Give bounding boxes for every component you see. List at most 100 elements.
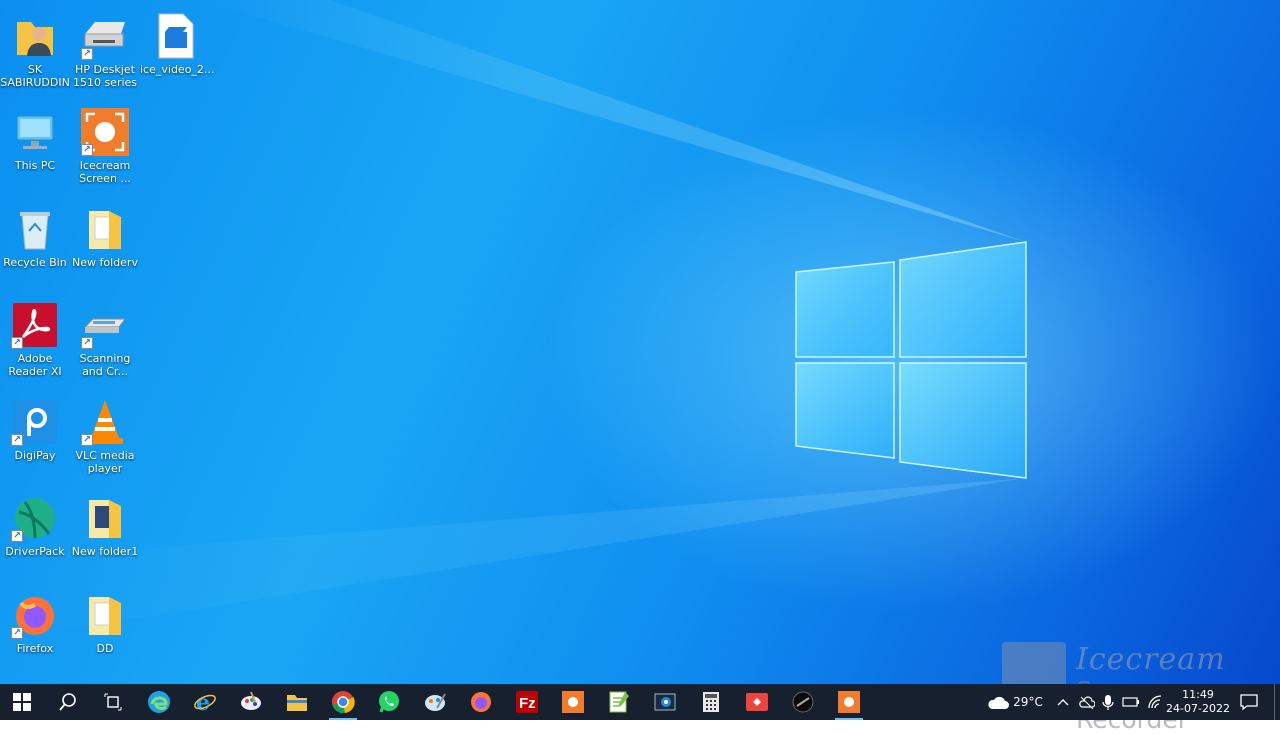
folder-icon (81, 205, 129, 253)
chrome-icon (332, 691, 355, 714)
taskbar-photo-viewer[interactable] (643, 684, 687, 720)
desktop-icon-icecream-screen[interactable]: ↗ Icecream Screen ... (70, 102, 140, 196)
desktop-icon-firefox[interactable]: ↗ Firefox (0, 585, 70, 679)
desktop-icon-driverpack[interactable]: ↗ DriverPack (0, 488, 70, 582)
anydesk-icon (746, 693, 768, 711)
firefox-icon: ↗ (11, 591, 59, 639)
icon-label: Scanning (79, 352, 131, 365)
file-explorer-icon (287, 695, 307, 711)
taskbar-internet-explorer[interactable]: e (183, 684, 227, 720)
desktop-icon-scanning[interactable]: ↗ Scanning and Cr... (70, 295, 140, 389)
filezilla-icon: Fz (516, 691, 538, 713)
shortcut-arrow-icon: ↗ (11, 530, 23, 542)
whatsapp-icon (379, 691, 399, 713)
show-hidden-icons-button[interactable] (1052, 684, 1074, 720)
icecream-icon (562, 691, 584, 713)
tray-cloud-sync[interactable] (1076, 684, 1098, 720)
watermark-line1: Icecream (1076, 642, 1226, 677)
taskbar-calculator[interactable] (689, 684, 733, 720)
show-desktop-button[interactable] (1274, 684, 1280, 720)
internet-explorer-icon: e (194, 690, 216, 714)
taskbar-icecream[interactable] (551, 684, 595, 720)
adobe-reader-icon: ↗ (11, 301, 59, 349)
desktop-icon-sk-sabiruddin[interactable]: SK SABIRUDDIN (0, 6, 70, 100)
cloud-icon (988, 696, 1010, 709)
icon-label: SABIRUDDIN (0, 76, 70, 89)
user-folder-icon (11, 12, 59, 60)
photo-viewer-icon (654, 693, 676, 711)
desktop-icon-new-folderv[interactable]: New folderv (70, 199, 140, 293)
folder-icon (81, 494, 129, 542)
shortcut-arrow-icon: ↗ (11, 337, 23, 349)
tray-battery[interactable] (1120, 684, 1142, 720)
icecream-recorder-icon: ↗ (81, 108, 129, 156)
icon-label: ice_video_2... (140, 63, 215, 76)
desktop-icon-digipay[interactable]: ↗ DigiPay (0, 392, 70, 486)
notification-icon (1240, 694, 1258, 710)
taskbar-whatsapp[interactable] (367, 684, 411, 720)
shortcut-arrow-icon: ↗ (81, 144, 93, 156)
taskbar-anydesk[interactable] (735, 684, 779, 720)
svg-text:e: e (196, 690, 210, 714)
wifi-icon (1148, 695, 1162, 709)
desktop-icon-hp-deskjet[interactable]: ↗ HP Deskjet 1510 series (70, 6, 140, 100)
scanner-icon: ↗ (81, 301, 129, 349)
recycle-bin-icon (11, 205, 59, 253)
clock-date: 24-07-2022 (1166, 702, 1230, 715)
icon-label: Recycle Bin (3, 256, 67, 269)
taskbar-notepad-plus[interactable] (597, 684, 641, 720)
digipay-icon: ↗ (11, 398, 59, 446)
desktop-icon-recycle-bin[interactable]: Recycle Bin (0, 199, 70, 293)
icon-label: HP Deskjet (75, 63, 135, 76)
windows-logo-wallpaper (0, 0, 1027, 640)
icon-label: Firefox (16, 642, 54, 655)
clock[interactable]: 11:49 24-07-2022 (1166, 684, 1230, 720)
taskbar-filezilla[interactable]: Fz (505, 684, 549, 720)
shortcut-arrow-icon: ↗ (81, 434, 93, 446)
taskbar: e Fz 29°C 11:49 24-07-2022 (0, 684, 1280, 720)
desktop-icon-adobe-reader[interactable]: ↗ Adobe Reader XI (0, 295, 70, 389)
start-icon (13, 693, 31, 711)
taskbar-file-explorer[interactable] (275, 684, 319, 720)
icon-label: Reader XI (8, 365, 62, 378)
tray-network[interactable] (1144, 684, 1166, 720)
taskbar-edge[interactable] (137, 684, 181, 720)
desktop-icon-this-pc[interactable]: This PC (0, 102, 70, 196)
edge-icon (148, 691, 170, 713)
icon-label: player (87, 462, 123, 475)
paint-3d-icon (425, 693, 446, 711)
icon-label: Screen ... (79, 172, 131, 185)
start-button[interactable] (0, 684, 44, 720)
video-file-icon (151, 12, 199, 60)
action-center-button[interactable] (1236, 684, 1262, 720)
notepad-plus-icon (609, 691, 629, 713)
task-view-button[interactable] (91, 684, 135, 720)
svg-text:Fz: Fz (519, 695, 536, 712)
shortcut-arrow-icon: ↗ (11, 627, 23, 639)
icon-label: This PC (14, 159, 56, 172)
taskbar-chrome[interactable] (321, 684, 365, 720)
taskbar-paint-3d[interactable] (413, 684, 457, 720)
icon-label: DigiPay (14, 449, 56, 462)
tray-microphone[interactable] (1098, 684, 1118, 720)
taskbar-icecream-recorder[interactable] (827, 684, 871, 720)
shortcut-arrow-icon: ↗ (81, 337, 93, 349)
icon-label: Adobe (17, 352, 53, 365)
microphone-icon (1102, 695, 1114, 710)
taskbar-dark-app[interactable] (781, 684, 825, 720)
desktop-icon-ice-video[interactable]: ice_video_2... (140, 6, 215, 100)
icon-label: and Cr... (82, 365, 128, 378)
calculator-icon (703, 692, 719, 712)
vlc-icon: ↗ (81, 398, 129, 446)
search-icon (59, 693, 76, 711)
dark-app-icon (792, 691, 814, 713)
desktop-icon-new-folder1[interactable]: New folder1 (70, 488, 140, 582)
paint-icon (241, 691, 261, 710)
clock-time: 11:49 (1182, 688, 1214, 701)
search-button[interactable] (46, 684, 90, 720)
taskbar-paint[interactable] (229, 684, 273, 720)
weather-widget[interactable]: 29°C (982, 684, 1048, 720)
desktop-icon-dd[interactable]: DD (70, 585, 140, 679)
desktop-icon-vlc[interactable]: ↗ VLC media player (70, 392, 140, 486)
taskbar-firefox[interactable] (459, 684, 503, 720)
